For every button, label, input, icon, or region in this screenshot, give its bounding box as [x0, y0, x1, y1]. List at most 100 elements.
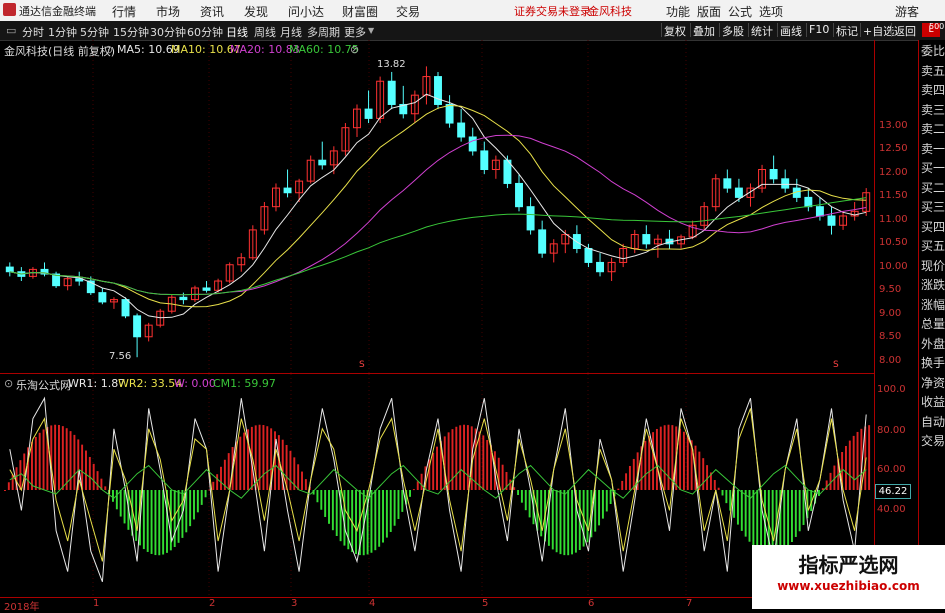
hist-bar-10	[42, 429, 45, 490]
quote-label-15: 外盘	[921, 336, 945, 351]
btn-overlay[interactable]: 叠加	[690, 23, 717, 38]
hist-bar-97	[378, 490, 381, 547]
hist-bar-145	[563, 490, 566, 556]
menu-ask[interactable]: 问小达	[288, 3, 324, 20]
candle-body-46	[538, 229, 547, 254]
hist-bar-9	[38, 432, 41, 490]
tab-monthly[interactable]: 月线	[280, 24, 302, 40]
menu-layout[interactable]: 版面	[697, 3, 721, 20]
hist-bar-37	[146, 490, 149, 552]
current-value-badge: 46.22	[875, 484, 911, 499]
hist-bar-54	[212, 481, 215, 490]
hist-bar-83	[324, 490, 327, 517]
legend-collapse-icon[interactable]: ⊙	[104, 43, 113, 56]
user-label[interactable]: 游客	[895, 3, 919, 20]
tab-1min[interactable]: 1分钟	[48, 24, 77, 40]
btn-mark[interactable]: 标记	[833, 23, 860, 38]
indicator-chart[interactable]: ⊙ 乐淘公式网 WR1: 1.87 WR2: 33.54 W: 0.00 CM1…	[0, 373, 874, 598]
menu-discover[interactable]: 发现	[244, 3, 268, 20]
btn-multi-stock[interactable]: 多股	[719, 23, 746, 38]
btn-stats[interactable]: 统计	[748, 23, 775, 38]
toolbar-menu-icon[interactable]: ▭	[6, 24, 16, 37]
hist-bar-219	[848, 440, 851, 490]
candle-body-27	[318, 159, 327, 166]
hist-bar-224	[868, 425, 871, 490]
hist-bar-185	[717, 487, 720, 490]
tab-30min[interactable]: 30分钟	[150, 24, 186, 40]
hist-bar-41	[162, 490, 165, 555]
hist-bar-2	[11, 474, 14, 490]
login-notice[interactable]: 证券交易未登录	[514, 3, 591, 19]
hist-bar-155	[601, 490, 604, 519]
tab-more[interactable]: 更多	[344, 24, 366, 40]
watermark: 指标严选网 www.xuezhibiao.com	[752, 545, 945, 609]
tab-15min[interactable]: 15分钟	[113, 24, 149, 40]
btn-draw[interactable]: 画线	[777, 23, 804, 38]
main-chart[interactable]: 金风科技(日线 前复权) ⊙ MA5: 10.69 MA10: 10.67 MA…	[0, 40, 874, 373]
y-tick-12.00: 12.00	[879, 167, 908, 178]
hist-bar-1	[7, 482, 10, 490]
menu-quotes[interactable]: 行情	[112, 3, 136, 20]
y-tick-10.50: 10.50	[879, 237, 908, 248]
y-tick-11.50: 11.50	[879, 190, 908, 201]
hist-bar-78	[304, 479, 307, 490]
y-tick-8.00: 8.00	[879, 355, 902, 366]
menu-function[interactable]: 功能	[666, 3, 690, 20]
hist-bar-48	[189, 490, 192, 527]
tab-multi-period[interactable]: 多周期	[307, 24, 340, 40]
menu-news[interactable]: 资讯	[200, 3, 224, 20]
hist-bar-58	[227, 453, 230, 490]
hist-bar-51	[200, 490, 203, 505]
hist-bar-151	[586, 490, 589, 543]
hist-bar-163	[632, 458, 635, 490]
hist-bar-102	[397, 490, 400, 520]
candlestick-chart[interactable]	[0, 40, 874, 373]
menu-wealth[interactable]: 财富圈	[342, 3, 378, 20]
tab-5min[interactable]: 5分钟	[80, 24, 109, 40]
sub-legend-icon[interactable]: ⊙	[4, 377, 13, 390]
candle-body-38	[445, 103, 454, 124]
hist-bar-21	[85, 450, 87, 490]
btn-f10[interactable]: F10	[806, 23, 831, 37]
menu-market[interactable]: 市场	[156, 3, 180, 20]
legend-more-icon[interactable]: ⊘	[350, 43, 359, 56]
hist-bar-34	[135, 490, 138, 541]
quote-panel: 500 委比 卖五 卖四 卖三 卖二 卖一 买一 买二 买三 买四 买五 现价 涨跌 涨幅 总量 外盘 换手 净资…	[918, 22, 945, 597]
hist-bar-55	[216, 474, 219, 490]
indicator-svg[interactable]	[0, 374, 874, 598]
hist-bar-125	[486, 439, 489, 490]
price-axis: 13.00 12.50 12.00 11.50 11.00 10.50 10.0…	[874, 40, 919, 597]
hist-bar-66	[258, 424, 261, 490]
ma20-line	[9, 134, 867, 296]
quote-label-3: 卖三	[921, 102, 945, 117]
quote-label-7: 买二	[921, 180, 945, 195]
hist-bar-186	[721, 490, 724, 496]
hist-bar-14	[58, 424, 60, 490]
hist-bar-38	[150, 490, 153, 554]
date-label-4: 4	[369, 598, 376, 609]
menu-options[interactable]: 选项	[759, 3, 783, 20]
btn-back[interactable]: 返回	[891, 23, 918, 38]
date-label-1: 1	[93, 598, 100, 609]
hist-bar-67	[262, 425, 265, 490]
menu-trade[interactable]: 交易	[396, 3, 420, 20]
menu-formula[interactable]: 公式	[728, 3, 752, 20]
hist-bar-40	[158, 490, 161, 556]
candle-body-37	[434, 76, 442, 105]
tab-60min[interactable]: 60分钟	[187, 24, 223, 40]
hist-bar-167	[648, 436, 651, 490]
tab-daily[interactable]: 日线	[226, 24, 248, 40]
ma60-line	[9, 197, 867, 296]
hist-bar-101	[393, 490, 396, 526]
tab-timeshare[interactable]: 分时	[22, 24, 44, 40]
btn-adjust[interactable]: 复权	[661, 23, 688, 38]
candle-body-55	[642, 234, 651, 245]
tab-weekly[interactable]: 周线	[254, 24, 276, 40]
hist-bar-31	[123, 490, 126, 524]
hist-bar-44	[173, 490, 176, 547]
more-chevron-down-icon[interactable]: ▼	[368, 26, 374, 35]
hist-bar-106	[412, 489, 415, 491]
candle-body-17	[202, 287, 211, 291]
s-marker-1: S	[359, 360, 365, 370]
hist-bar-211	[817, 490, 820, 496]
